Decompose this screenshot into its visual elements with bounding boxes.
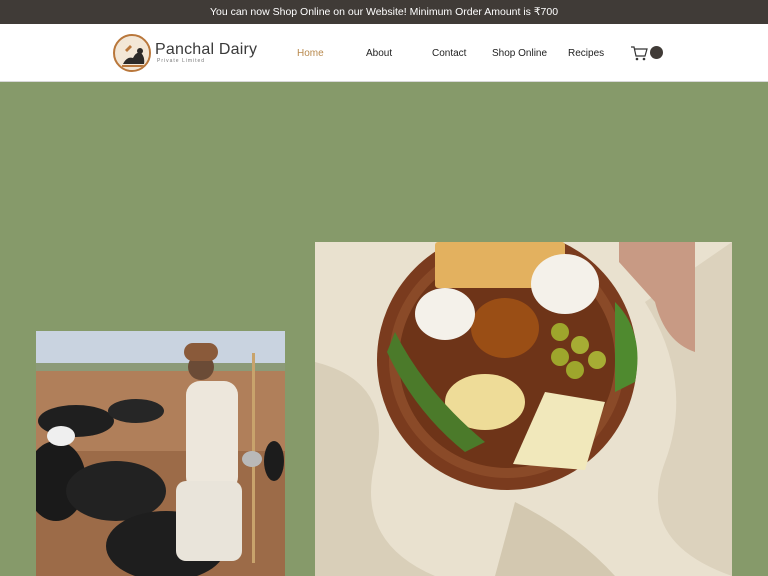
nav-shop-online[interactable]: Shop Online (492, 48, 547, 59)
cart-count-badge[interactable] (650, 46, 663, 59)
brand-name[interactable]: Panchal Dairy (155, 41, 257, 59)
nav-contact[interactable]: Contact (432, 48, 466, 59)
announcement-text: You can now Shop Online on our Website! … (209, 6, 559, 18)
nav-about[interactable]: About (366, 48, 392, 59)
announcement-bar: You can now Shop Online on our Website! … (0, 0, 768, 24)
cart-icon[interactable] (630, 44, 648, 62)
shepherd-goats-image (36, 331, 285, 576)
nav-recipes[interactable]: Recipes (568, 48, 604, 59)
brand-subtitle: Private Limited (157, 58, 206, 64)
brand-logo[interactable] (113, 34, 151, 72)
nav-home[interactable]: Home (297, 48, 324, 59)
cheese-platter-image (315, 242, 732, 576)
site-header: Panchal Dairy Private Limited Home About… (0, 24, 768, 82)
